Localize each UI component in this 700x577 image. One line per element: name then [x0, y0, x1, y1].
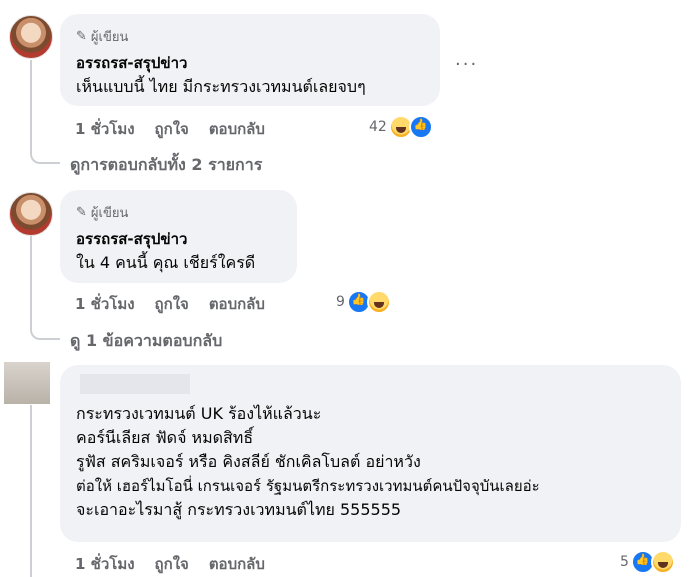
more-options-icon[interactable]: ··· [455, 54, 478, 75]
reply-button[interactable]: ตอบกลับ [209, 552, 265, 576]
thread-line [30, 405, 32, 577]
author-badge: ✎ ผู้เขียน [76, 202, 128, 223]
reaction-summary[interactable]: 9 [336, 290, 391, 314]
thread-line [30, 236, 60, 340]
timestamp[interactable]: 1 ชั่วโมง [75, 552, 135, 576]
comment-actions: 1 ชั่วโมง ถูกใจ ตอบกลับ [75, 552, 265, 576]
pencil-icon: ✎ [76, 29, 87, 44]
avatar[interactable] [9, 15, 53, 59]
redacted-name [80, 374, 190, 394]
pencil-icon: ✎ [76, 205, 87, 220]
comment-bubble: กระทรวงเวทมนต์ UK ร้องไห้แล้วนะ คอร์นีเล… [60, 365, 681, 542]
haha-reaction-icon [650, 550, 675, 574]
comment-text: เห็นแบบนี้ ไทย มีกระทรวงเวทมนต์เลยจบๆ [76, 77, 366, 96]
reaction-count: 9 [336, 294, 345, 310]
author-badge-label: ผู้เขียน [90, 30, 129, 45]
reply-button[interactable]: ตอบกลับ [209, 292, 265, 316]
view-replies-link[interactable]: ดูการตอบกลับทั้ง 2 รายการ [70, 153, 262, 178]
thread-line [30, 60, 60, 164]
like-button[interactable]: ถูกใจ [155, 117, 189, 141]
comment-text: ใน 4 คนนี้ คุณ เชียร์ใครดี [76, 253, 256, 272]
reply-button[interactable]: ตอบกลับ [209, 117, 265, 141]
reaction-summary[interactable]: 42 [369, 115, 433, 139]
reaction-summary[interactable]: 5 [620, 550, 675, 574]
author-badge: ✎ ผู้เขียน [76, 26, 128, 47]
comment-line: จะเอาอะไรมาสู้ กระทรวงเวทมนต์ไทย 555555 [76, 500, 402, 519]
author-badge-label: ผู้เขียน [90, 206, 129, 221]
comment-line: กระทรวงเวทมนต์ UK ร้องไห้แล้วนะ [76, 404, 322, 423]
avatar[interactable] [4, 362, 50, 404]
haha-reaction-icon [366, 290, 391, 314]
comment-line: รูฟัส สคริมเจอร์ หรือ คิงสลีย์ ชักเคิลโบ… [76, 452, 421, 471]
reaction-count: 42 [369, 119, 387, 135]
like-button[interactable]: ถูกใจ [155, 552, 189, 576]
comment-actions: 1 ชั่วโมง ถูกใจ ตอบกลับ [75, 292, 265, 316]
like-reaction-icon [408, 115, 433, 139]
reaction-count: 5 [620, 554, 629, 570]
like-button[interactable]: ถูกใจ [155, 292, 189, 316]
comment-line: คอร์นีเลียส ฟัดจ์ หมดสิทธิ์ [76, 428, 254, 447]
comment-actions: 1 ชั่วโมง ถูกใจ ตอบกลับ [75, 117, 265, 141]
avatar[interactable] [9, 192, 53, 236]
comment-line: ต่อให้ เฮอร์ไมโอนี่ เกรนเจอร์ รัฐมนตรีกร… [76, 477, 540, 495]
comment-bubble: ✎ ผู้เขียน อรรถรส-สรุปข่าว ใน 4 คนนี้ คุ… [60, 190, 297, 283]
author-name[interactable]: อรรถรส-สรุปข่าว [76, 227, 187, 251]
timestamp[interactable]: 1 ชั่วโมง [75, 292, 135, 316]
comment-bubble: ✎ ผู้เขียน อรรถรส-สรุปข่าว เห็นแบบนี้ ไท… [60, 14, 440, 106]
view-replies-link[interactable]: ดู 1 ข้อความตอบกลับ [70, 329, 222, 354]
author-name[interactable]: อรรถรส-สรุปข่าว [76, 51, 187, 75]
timestamp[interactable]: 1 ชั่วโมง [75, 117, 135, 141]
